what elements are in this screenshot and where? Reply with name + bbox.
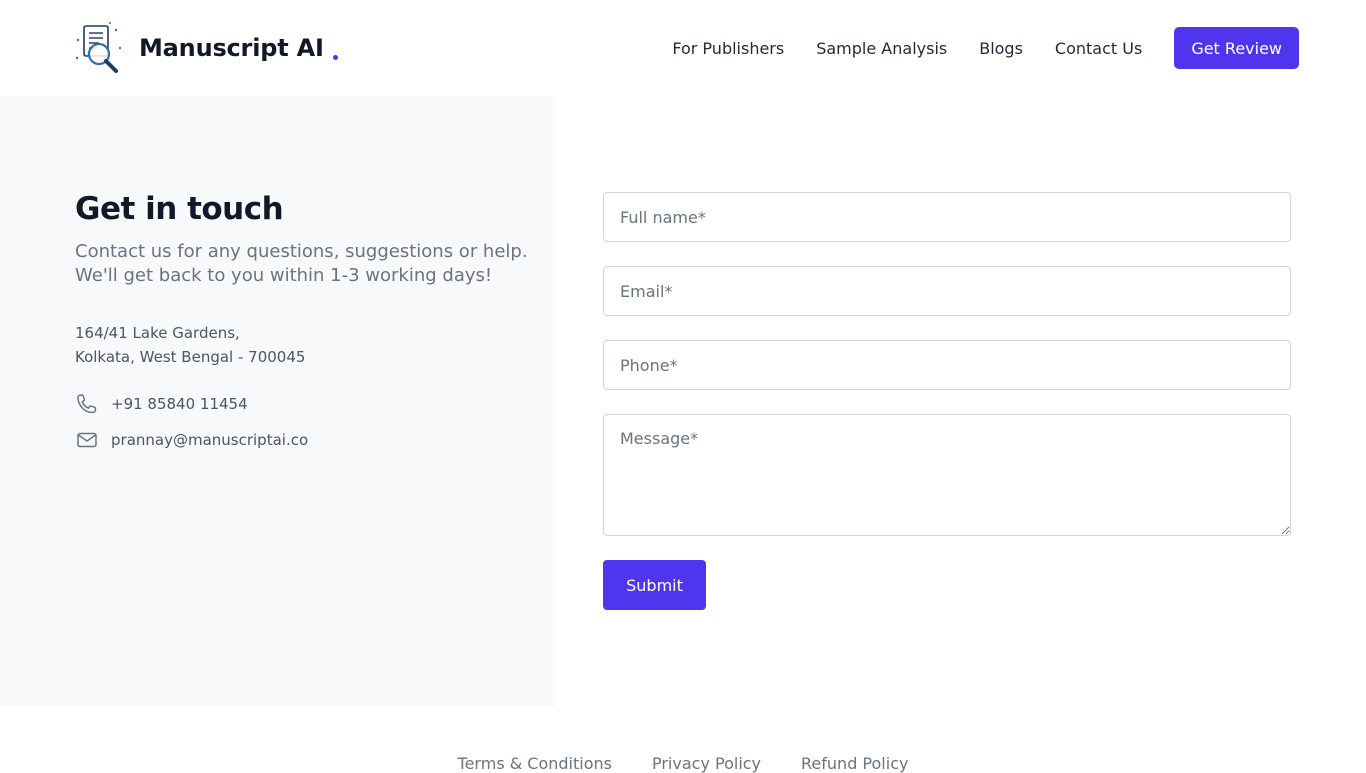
main-nav: For Publishers Sample Analysis Blogs Con… <box>672 27 1299 69</box>
nav-link-blogs[interactable]: Blogs <box>979 39 1023 58</box>
contact-description-line-2: We'll get back to you within 1-3 working… <box>75 265 493 286</box>
get-review-button[interactable]: Get Review <box>1174 27 1299 69</box>
address-line-2: Kolkata, West Bengal - 700045 <box>75 348 306 366</box>
footer-link-refund[interactable]: Refund Policy <box>801 754 908 773</box>
email-address[interactable]: prannay@manuscriptai.co <box>111 431 308 449</box>
contact-description: Contact us for any questions, suggestion… <box>75 240 535 288</box>
address-line-1: 164/41 Lake Gardens, <box>75 324 240 342</box>
site-footer: Terms & Conditions Privacy Policy Refund… <box>0 706 1366 773</box>
submit-button[interactable]: Submit <box>603 560 706 610</box>
phone-number[interactable]: +91 85840 11454 <box>111 395 248 413</box>
footer-link-privacy[interactable]: Privacy Policy <box>652 754 761 773</box>
nav-link-contact-us[interactable]: Contact Us <box>1055 39 1142 58</box>
footer-link-terms[interactable]: Terms & Conditions <box>458 754 612 773</box>
full-name-input[interactable] <box>603 192 1291 242</box>
phone-row: +91 85840 11454 <box>75 392 248 416</box>
contact-description-line-1: Contact us for any questions, suggestion… <box>75 241 528 262</box>
contact-form: Submit <box>603 192 1291 610</box>
mail-icon <box>77 432 97 448</box>
nav-link-sample-analysis[interactable]: Sample Analysis <box>816 39 947 58</box>
logo-link[interactable]: Manuscript AI <box>72 20 338 76</box>
manuscript-magnifier-icon <box>75 22 122 73</box>
phone-input[interactable] <box>603 340 1291 390</box>
nav-link-for-publishers[interactable]: For Publishers <box>672 39 784 58</box>
contact-info-panel: Get in touch Contact us for any question… <box>0 96 555 706</box>
logo-dot <box>332 54 338 60</box>
page-title: Get in touch <box>75 191 284 227</box>
phone-icon <box>77 394 97 414</box>
email-row: prannay@manuscriptai.co <box>75 428 308 452</box>
address: 164/41 Lake Gardens, Kolkata, West Benga… <box>75 321 305 369</box>
message-textarea[interactable] <box>603 414 1291 536</box>
email-input[interactable] <box>603 266 1291 316</box>
logo-text: Manuscript AI <box>139 34 324 62</box>
site-header: Manuscript AI For Publishers Sample Anal… <box>0 0 1366 96</box>
